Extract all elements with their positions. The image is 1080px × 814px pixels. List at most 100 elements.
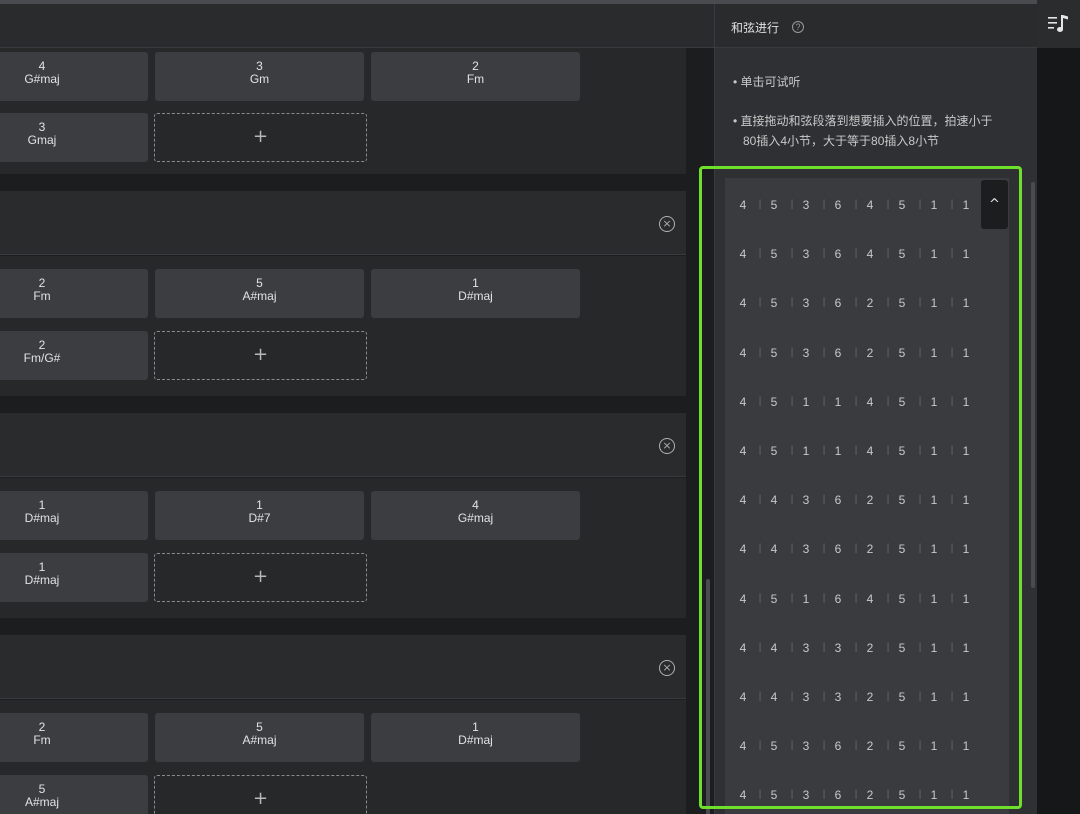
chord-degree: 1 <box>38 560 46 574</box>
progression-separator: | <box>854 248 858 260</box>
progression-degree: 1 <box>802 591 810 606</box>
progression-separator: | <box>950 395 954 407</box>
progression-row[interactable]: 4 | 5 | 1 | 6 | 4 | 5 | 1 | 1 <box>725 574 1009 623</box>
progression-row[interactable]: 4 | 4 | 3 | 6 | 2 | 5 | 1 | 1 <box>725 475 1009 524</box>
progression-row[interactable]: 4 | 4 | 3 | 3 | 2 | 5 | 1 | 1 <box>725 623 1009 672</box>
progression-degree: 5 <box>770 788 778 803</box>
progression-degree: 1 <box>802 394 810 409</box>
progression-degree: 1 <box>930 493 938 508</box>
progression-separator: | <box>790 789 794 801</box>
chord-block[interactable]: 2 Fm <box>0 269 148 318</box>
panel-header: 和弦进行 ? <box>715 4 1038 48</box>
progression-separator: | <box>758 592 762 604</box>
progression-degree: 6 <box>834 493 842 508</box>
tip-text-continued: 80插入4小节，大于等于80插入8小节 <box>743 134 940 148</box>
progression-degree: 4 <box>866 591 874 606</box>
chord-block[interactable]: 4 G#maj <box>371 491 580 540</box>
chord-degree: 2 <box>38 720 46 734</box>
progression-separator: | <box>918 691 922 702</box>
progression-degree: 3 <box>802 788 810 803</box>
progression-degree: 6 <box>834 739 842 754</box>
chord-block[interactable]: 1 D#7 <box>155 491 364 540</box>
progression-degree: 5 <box>770 444 778 458</box>
progression-row[interactable]: 4 | 5 | 3 | 6 | 2 | 5 | 1 | 1 <box>725 770 1009 814</box>
progression-degree: 2 <box>866 296 874 311</box>
chord-block[interactable]: 2 Fm <box>371 52 580 101</box>
playlist-music-icon[interactable] <box>1048 14 1070 34</box>
chord-name: A#maj <box>242 289 277 303</box>
tip-bullet: • <box>733 114 738 128</box>
progression-separator: | <box>918 346 922 358</box>
progression-row[interactable]: 4 | 5 | 3 | 6 | 2 | 5 | 1 | 1 <box>725 278 1009 327</box>
progression-degree: 5 <box>898 542 906 557</box>
progression-row[interactable]: 4 | 5 | 3 | 6 | 2 | 5 | 1 | 1 <box>725 721 1009 770</box>
chord-block[interactable]: 4 G#maj <box>0 52 148 101</box>
progression-degree: 4 <box>739 444 747 458</box>
progression-separator: | <box>854 592 858 604</box>
progression-row[interactable]: 4 | 4 | 3 | 6 | 2 | 5 | 1 | 1 <box>725 524 1009 573</box>
chord-block[interactable]: 1 D#maj <box>0 491 148 540</box>
chord-block[interactable]: 3 Gmaj <box>0 113 148 162</box>
progression-row[interactable]: 4 | 5 | 1 | 1 | 4 | 5 | 1 | 1 <box>725 426 1009 475</box>
progression-separator: | <box>854 346 858 358</box>
editor-scrollbar[interactable] <box>706 579 710 814</box>
progression-row[interactable]: 4 | 4 | 3 | 3 | 2 | 5 | 1 | 1 <box>725 672 1009 721</box>
help-icon[interactable]: ? <box>792 21 804 33</box>
chord-block[interactable]: 3 Gm <box>155 52 364 101</box>
progression-separator: | <box>854 691 858 702</box>
add-chord-slot[interactable]: + <box>154 775 367 814</box>
chord-block[interactable]: 1 D#maj <box>371 269 580 318</box>
progression-separator: | <box>758 248 762 260</box>
progression-separator: | <box>886 494 890 506</box>
progression-degree: 2 <box>866 493 874 508</box>
progression-separator: | <box>918 641 922 653</box>
progression-degree: 2 <box>866 345 874 360</box>
collapse-button[interactable]: ^ <box>981 180 1008 229</box>
progression-separator: | <box>790 248 794 260</box>
add-chord-slot[interactable]: + <box>154 331 367 380</box>
progression-degree: 1 <box>962 198 970 212</box>
progression-row[interactable]: 4 | 5 | 1 | 1 | 4 | 5 | 1 | 1 <box>725 377 1009 426</box>
section-header: × <box>0 413 686 477</box>
progression-separator: | <box>918 494 922 506</box>
progression-separator: | <box>790 494 794 506</box>
chord-block[interactable]: 5 A#maj <box>155 713 364 762</box>
progression-row[interactable]: 4 | 5 | 3 | 6 | 4 | 5 | 1 | 1 <box>725 229 1009 278</box>
progression-degree: 1 <box>962 345 970 360</box>
chord-block[interactable]: 5 A#maj <box>0 775 148 814</box>
chord-block[interactable]: 2 Fm/G# <box>0 331 148 380</box>
progression-separator: | <box>822 740 826 752</box>
chord-name: G#maj <box>24 72 60 86</box>
progression-separator: | <box>918 395 922 407</box>
chord-block[interactable]: 1 D#maj <box>0 553 148 602</box>
chord-name: G#maj <box>457 511 494 525</box>
progression-degree: 1 <box>930 788 938 803</box>
progression-degree: 4 <box>739 542 747 557</box>
add-chord-slot[interactable]: + <box>154 553 367 602</box>
close-section-icon[interactable]: × <box>659 216 675 232</box>
progression-degree: 4 <box>739 394 747 409</box>
progression-degree: 5 <box>898 345 906 360</box>
chord-block[interactable]: 1 D#maj <box>371 713 580 762</box>
progression-row[interactable]: 4 | 5 | 3 | 6 | 2 | 5 | 1 | 1 <box>725 328 1009 377</box>
chord-name: D#maj <box>458 289 493 303</box>
chord-block[interactable]: 5 A#maj <box>155 269 364 318</box>
panel-scrollbar[interactable] <box>1031 182 1035 588</box>
chord-block[interactable]: 2 Fm <box>0 713 148 762</box>
add-chord-slot[interactable]: + <box>154 113 367 162</box>
progression-row[interactable]: 4 | 5 | 3 | 6 | 4 | 5 | 1 | 1 <box>725 180 1009 229</box>
progression-separator: | <box>950 592 954 604</box>
chord-degree: 2 <box>38 276 46 290</box>
close-section-icon[interactable]: × <box>659 660 675 676</box>
progression-degree: 6 <box>834 247 842 262</box>
progression-degree: 6 <box>834 542 842 557</box>
progression-degree: 5 <box>770 198 778 212</box>
progression-degree: 6 <box>834 198 842 212</box>
close-section-icon[interactable]: × <box>659 438 675 454</box>
progression-degree: 3 <box>834 640 842 655</box>
progression-degree: 3 <box>802 493 810 508</box>
progression-degree: 2 <box>866 640 874 655</box>
progression-degree: 1 <box>930 591 938 606</box>
progression-degree: 1 <box>930 296 938 311</box>
progression-degree: 1 <box>930 394 938 409</box>
